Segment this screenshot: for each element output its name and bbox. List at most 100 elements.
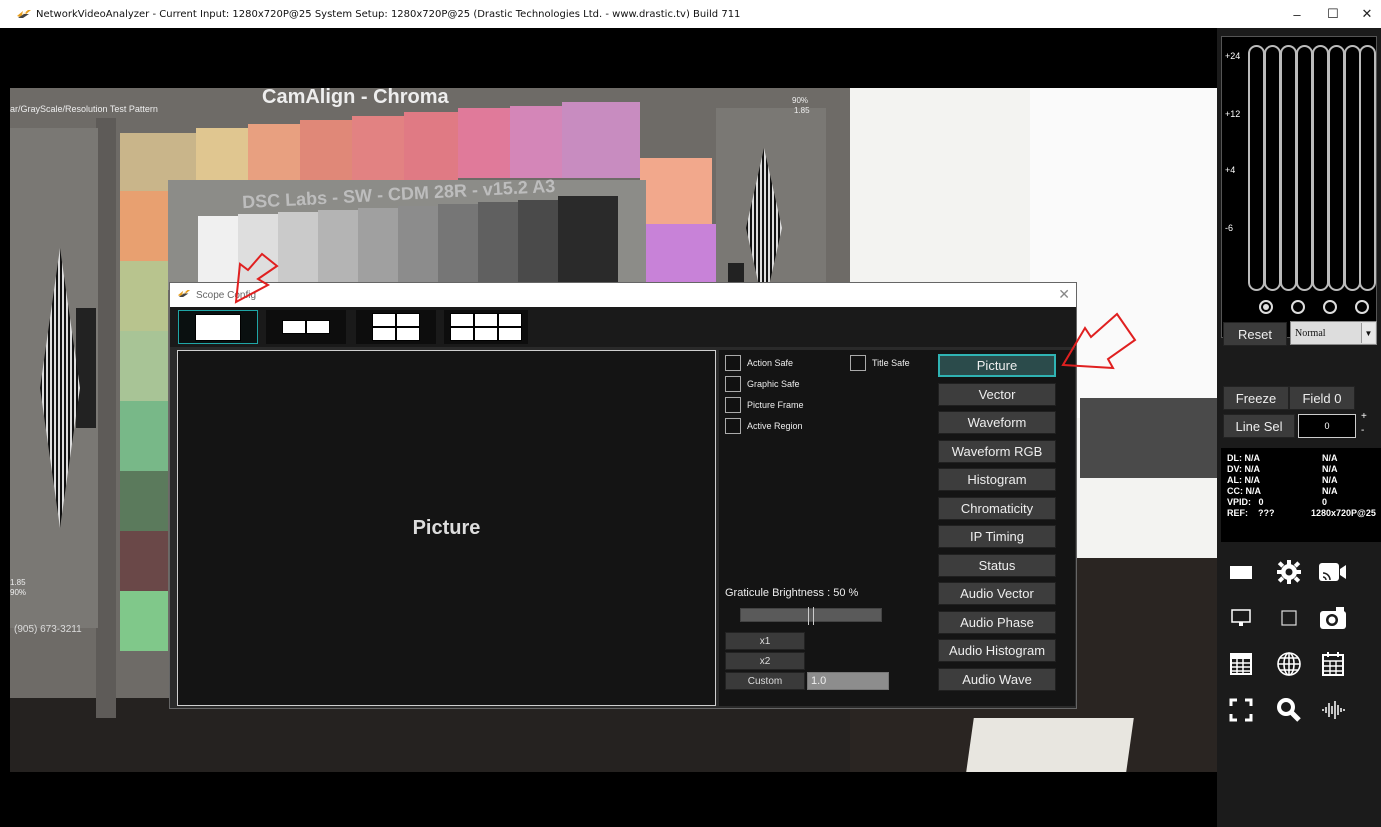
channel-radio-4[interactable] — [1355, 300, 1369, 314]
scope-audio-vector-button[interactable]: Audio Vector — [938, 582, 1056, 605]
graticule-brightness-label: Graticule Brightness : 50 % — [725, 587, 859, 599]
title-safe-checkbox[interactable]: Title Safe — [850, 355, 910, 371]
layout-six-button[interactable] — [444, 310, 528, 344]
mode-select[interactable]: Normal ▼ — [1290, 321, 1377, 345]
meter-channel-4 — [1296, 45, 1313, 291]
layout-cell — [195, 313, 241, 341]
meter-label: -6 — [1225, 223, 1234, 233]
zoom-x1-button[interactable]: x1 — [725, 632, 805, 650]
reset-button[interactable]: Reset — [1223, 322, 1287, 346]
picture-frame-checkbox[interactable]: Picture Frame — [725, 397, 804, 413]
chart-phone: (905) 673-3211 — [14, 624, 82, 635]
audio-wave-icon[interactable] — [1317, 694, 1349, 726]
graphic-safe-checkbox[interactable]: Graphic Safe — [725, 376, 800, 392]
checkbox-box[interactable] — [725, 418, 741, 434]
layout-four-button[interactable] — [356, 310, 436, 344]
scope-picture-button[interactable]: Picture — [938, 354, 1056, 377]
calendar-icon[interactable] — [1317, 648, 1349, 680]
floor-shadow — [10, 698, 850, 772]
scope-histogram-button[interactable]: Histogram — [938, 468, 1056, 491]
mode-select-value: Normal — [1295, 327, 1326, 339]
status-row: DV: N/A N/A — [1227, 464, 1338, 474]
scope-options: Action Safe Title Safe Graphic Safe Pict… — [719, 350, 1075, 706]
scope-ip-timing-button[interactable]: IP Timing — [938, 525, 1056, 548]
meter-channel-5 — [1312, 45, 1329, 291]
custom-zoom-input[interactable]: 1.0 — [807, 672, 889, 690]
audio-level-meter: +24 +12 +4 -6 — [1221, 36, 1377, 338]
layout-single-button[interactable] — [178, 310, 258, 344]
channel-radio-3[interactable] — [1323, 300, 1337, 314]
graticule-brightness-slider[interactable] — [740, 607, 882, 625]
layout-two-button[interactable] — [266, 310, 346, 344]
scope-audio-phase-button[interactable]: Audio Phase — [938, 611, 1056, 634]
chart-brand: CamAlign - Chroma — [262, 88, 449, 108]
meter-label: +24 — [1225, 51, 1241, 61]
status-readout: DL: N/A N/A DV: N/A N/A AL: N/A N/A CC: N/A… — [1221, 448, 1381, 542]
meter-channel-6 — [1328, 45, 1345, 291]
dialog-logo-icon — [177, 289, 191, 301]
square-icon[interactable] — [1273, 602, 1305, 634]
slider-thumb[interactable] — [808, 607, 814, 625]
control-panel: +24 +12 +4 -6 Reset Normal ▼ Freeze Fiel… — [1217, 28, 1381, 827]
scope-chromaticity-button[interactable]: Chromaticity — [938, 497, 1056, 520]
display-icon[interactable] — [1225, 556, 1257, 588]
line-decrement[interactable]: - — [1361, 425, 1364, 436]
layout-selector — [170, 307, 1076, 347]
active-region-checkbox[interactable]: Active Region — [725, 418, 803, 434]
meter-channel-2 — [1264, 45, 1281, 291]
preview-label: Picture — [412, 516, 481, 539]
status-row: DL: N/A N/A — [1227, 453, 1338, 463]
meter-channel-3 — [1280, 45, 1297, 291]
zoom-x2-button[interactable]: x2 — [725, 652, 805, 670]
cast-camera-icon[interactable] — [1317, 556, 1349, 588]
minimize-button[interactable]: – — [1280, 0, 1314, 28]
checkbox-box[interactable] — [850, 355, 866, 371]
scope-waveform-rgb-button[interactable]: Waveform RGB — [938, 440, 1056, 463]
gear-icon[interactable] — [1273, 556, 1305, 588]
scope-preview-pane[interactable]: Picture — [177, 350, 716, 706]
scope-waveform-button[interactable]: Waveform — [938, 411, 1056, 434]
camera-icon[interactable] — [1317, 602, 1349, 634]
line-sel-button[interactable]: Line Sel — [1223, 414, 1295, 438]
line-increment[interactable]: + — [1361, 411, 1367, 422]
meter-channel-1 — [1248, 45, 1265, 291]
meter-label: +12 — [1225, 109, 1241, 119]
meter-label: +4 — [1225, 165, 1236, 175]
status-row: VPID: 00 — [1227, 497, 1328, 507]
fullscreen-icon[interactable] — [1225, 694, 1257, 726]
app-logo-icon — [16, 9, 32, 19]
scope-status-button[interactable]: Status — [938, 554, 1056, 577]
checkbox-box[interactable] — [725, 397, 741, 413]
scope-audio-histogram-button[interactable]: Audio Histogram — [938, 639, 1056, 662]
zoom-custom-button[interactable]: Custom — [725, 672, 805, 690]
globe-icon[interactable] — [1273, 648, 1305, 680]
status-row: CC: N/A N/A — [1227, 486, 1338, 496]
window-title: NetworkVideoAnalyzer - Current Input: 12… — [36, 8, 741, 20]
field-button[interactable]: Field 0 — [1289, 386, 1355, 410]
meter-channel-8 — [1359, 45, 1376, 291]
checkbox-box[interactable] — [725, 355, 741, 371]
action-safe-checkbox[interactable]: Action Safe — [725, 355, 793, 371]
checkbox-box[interactable] — [725, 376, 741, 392]
freeze-button[interactable]: Freeze — [1223, 386, 1289, 410]
scope-audio-wave-button[interactable]: Audio Wave — [938, 668, 1056, 691]
title-bar: NetworkVideoAnalyzer - Current Input: 12… — [0, 0, 1381, 28]
search-icon[interactable] — [1273, 694, 1305, 726]
line-number-input[interactable]: 0 — [1298, 414, 1356, 438]
maximize-button[interactable]: ☐ — [1316, 0, 1350, 28]
dialog-title: Scope Config — [196, 289, 257, 301]
dialog-title-bar: Scope Config ✕ — [170, 283, 1076, 307]
status-row: AL: N/A N/A — [1227, 475, 1338, 485]
chart-caption: ar/GrayScale/Resolution Test Pattern — [10, 104, 158, 114]
desk — [1080, 398, 1217, 478]
channel-radio-1[interactable] — [1259, 300, 1273, 314]
chevron-down-icon: ▼ — [1361, 323, 1375, 343]
table-icon[interactable] — [1225, 648, 1257, 680]
scope-vector-button[interactable]: Vector — [938, 383, 1056, 406]
scope-config-dialog: Scope Config ✕ Picture Action Safe Title… — [169, 282, 1077, 709]
channel-radio-2[interactable] — [1291, 300, 1305, 314]
close-button[interactable]: ✕ — [1350, 0, 1381, 28]
monitor-icon[interactable] — [1225, 602, 1257, 634]
dialog-close-button[interactable]: ✕ — [1058, 286, 1070, 303]
app-window: NetworkVideoAnalyzer - Current Input: 12… — [0, 0, 1381, 827]
